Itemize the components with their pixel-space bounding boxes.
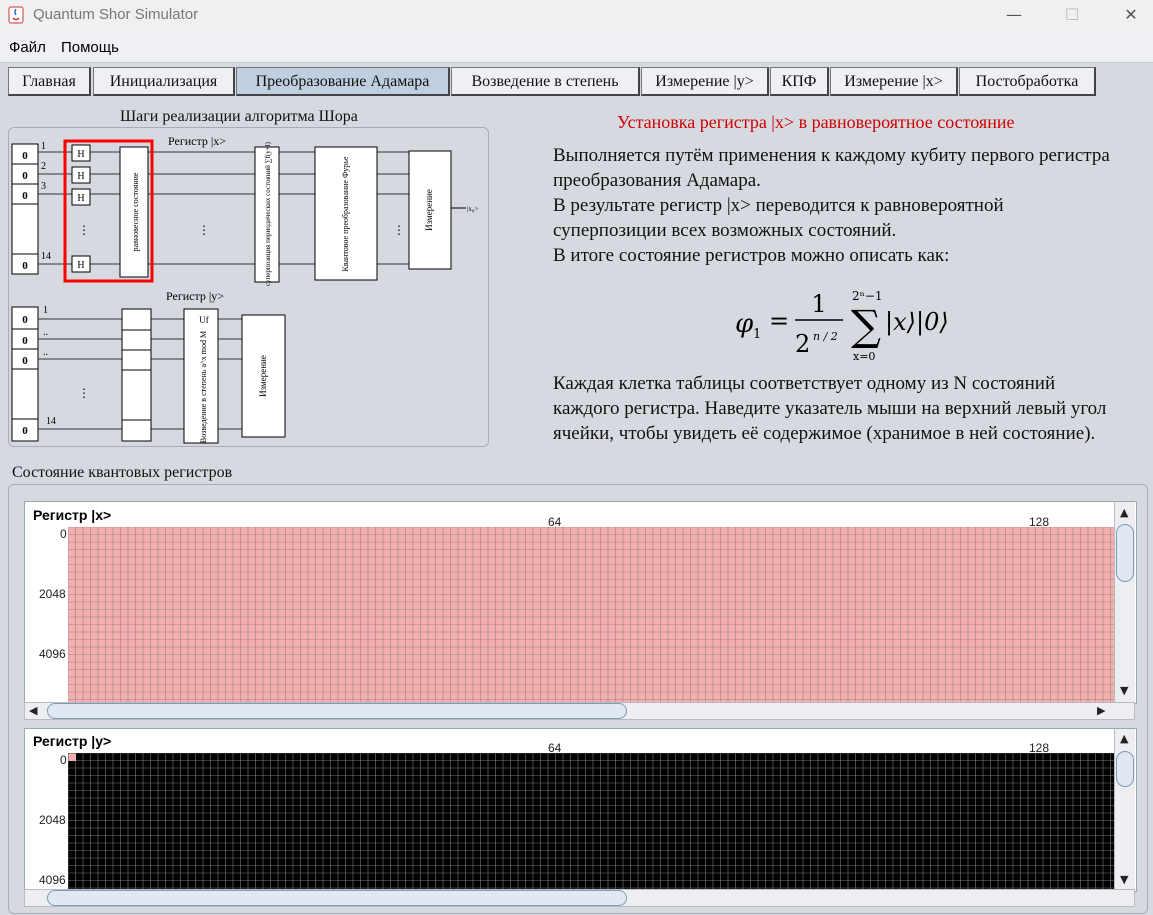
- maximize-button[interactable]: ☐: [1060, 4, 1084, 26]
- register-y-row-4096: 4096: [39, 873, 66, 887]
- y-cell-2: 0: [22, 335, 28, 347]
- scroll-down-icon[interactable]: ▼: [1120, 684, 1128, 697]
- y-qubit-label-3: ..: [43, 347, 48, 358]
- close-button[interactable]: ✕: [1119, 4, 1143, 26]
- formula-phi: φ: [735, 309, 754, 339]
- reg-y-label: Регистр |y>: [166, 289, 224, 303]
- h-gate-2: H: [77, 171, 84, 182]
- block-measure-x: Измерение: [424, 189, 434, 231]
- description-paragraph-3: В итоге состояние регистров можно описат…: [553, 245, 950, 266]
- register-x-vscroll-thumb[interactable]: [1116, 524, 1134, 582]
- registers-section-title: Состояние квантовых регистров: [12, 464, 233, 481]
- x-cell-3: 0: [22, 190, 28, 202]
- register-x-grid[interactable]: [68, 527, 1114, 702]
- grid-hint-text: Каждая клетка таблицы соответствует одно…: [553, 373, 1107, 444]
- tab-qft[interactable]: КПФ: [770, 67, 829, 96]
- y-cell-14: 0: [22, 425, 28, 437]
- scroll-up-icon[interactable]: ▲: [1120, 506, 1128, 519]
- register-y-row-0: 0: [60, 753, 67, 767]
- register-y-title: Регистр |y>: [33, 733, 112, 749]
- register-x-vscroll[interactable]: ▲ ▼: [1114, 502, 1135, 702]
- x-cell-1: 0: [22, 150, 28, 162]
- y-qubit-label-1: 1: [43, 305, 48, 316]
- x-qubit-label-14: 14: [41, 251, 51, 262]
- tab-measure-y[interactable]: Измерение |y>: [641, 67, 769, 96]
- menu-file[interactable]: Файл: [9, 39, 46, 56]
- formula-sum-sub: x=0: [853, 350, 875, 362]
- step-description: Выполняется путём применения к каждому к…: [553, 143, 1113, 268]
- x-cell-2: 0: [22, 170, 28, 182]
- tab-hadamard[interactable]: Преобразование Адамара: [236, 67, 450, 96]
- block-exponentiation: Возведение в степень a^x mod M: [199, 331, 208, 443]
- dots-h: ⋮: [78, 223, 90, 237]
- register-x-hscroll-thumb[interactable]: [47, 703, 627, 719]
- register-y-grid[interactable]: [68, 753, 1114, 890]
- formula-den-base: 2: [795, 330, 810, 358]
- y-qubit-label-2: ..: [43, 327, 48, 338]
- scroll-down-icon[interactable]: ▼: [1120, 873, 1128, 886]
- formula-den-exp: n / 2: [813, 330, 838, 343]
- state-formula: φ 1 = 1 2 n / 2 2ⁿ−1 ∑ x=0 |x⟩|0⟩: [735, 289, 949, 362]
- tab-measure-x[interactable]: Измерение |x>: [830, 67, 958, 96]
- uf-label: Uf: [199, 315, 209, 325]
- title-bar: Quantum Shor Simulator — ☐ ✕: [0, 0, 1153, 32]
- scroll-right-icon[interactable]: ▶: [1097, 704, 1105, 717]
- register-x-hscroll[interactable]: ◀ ▶: [24, 702, 1135, 720]
- diagram-title: Шаги реализации алгоритма Шора: [120, 108, 358, 125]
- block-periodic-superposition: суперпозиция периодических состояний ∑f(…: [264, 141, 272, 286]
- x-cell-14: 0: [22, 260, 28, 272]
- block-qft: Квантовое преобразование Фурье: [341, 156, 350, 271]
- reg-x-label: Регистр |x>: [168, 134, 226, 148]
- window-title: Quantum Shor Simulator: [33, 6, 199, 23]
- formula-term: |x⟩|0⟩: [885, 308, 949, 337]
- output-label: |x₀>: [467, 205, 478, 213]
- formula-sigma: ∑: [851, 301, 881, 350]
- description-paragraph-1: Выполняется путём применения к каждому к…: [553, 145, 1110, 191]
- register-y-vscroll[interactable]: ▲ ▼: [1114, 729, 1135, 890]
- x-qubit-label-1: 1: [41, 141, 46, 152]
- h-gate-1: H: [77, 149, 84, 160]
- formula-equals: =: [769, 307, 789, 335]
- y-qubit-label-14: 14: [46, 416, 56, 427]
- dots-1: ⋮: [198, 223, 210, 237]
- register-x-row-2048: 2048: [39, 587, 66, 601]
- shor-circuit-diagram: 0 0 0 0 1 2 3 14 Регистр |x> H H H H ⋮ р…: [11, 134, 478, 444]
- formula-phi-sub: 1: [753, 327, 761, 342]
- block-measure-y: Измерение: [258, 355, 268, 397]
- x-qubit-label-3: 3: [41, 181, 46, 192]
- menu-help[interactable]: Помощь: [61, 39, 119, 56]
- register-y-hscroll[interactable]: [24, 889, 1135, 907]
- tab-initialization[interactable]: Инициализация: [93, 67, 235, 96]
- minimize-button[interactable]: —: [1002, 4, 1026, 26]
- x-qubit-label-2: 2: [41, 161, 46, 172]
- h-gate-14: H: [77, 260, 84, 271]
- register-x-row-4096: 4096: [39, 647, 66, 661]
- tab-main[interactable]: Главная: [8, 67, 91, 96]
- dots-2: ⋮: [393, 223, 405, 237]
- block-equal-superposition: равновесное состояние: [131, 172, 140, 251]
- formula-numerator: 1: [811, 290, 826, 318]
- y-cell-1: 0: [22, 314, 28, 326]
- dots-y: ⋮: [78, 386, 90, 400]
- description-paragraph-2: В результате регистр |x> переводится к р…: [553, 195, 1004, 241]
- register-y-row-2048: 2048: [39, 813, 66, 827]
- state-cell-0: [68, 753, 76, 761]
- step-title: Установка регистра |x> в равновероятное …: [617, 112, 1015, 132]
- scroll-left-icon[interactable]: ◀: [29, 704, 37, 717]
- java-app-icon: [8, 6, 24, 24]
- tab-exponentiation[interactable]: Возведение в степень: [451, 67, 640, 96]
- register-y-hscroll-thumb[interactable]: [47, 890, 627, 906]
- h-gate-3: H: [77, 193, 84, 204]
- register-x-row-0: 0: [60, 527, 67, 541]
- tab-postprocessing[interactable]: Постобработка: [959, 67, 1096, 96]
- scroll-up-icon[interactable]: ▲: [1120, 732, 1128, 745]
- menu-bar: Файл Помощь: [0, 32, 1153, 63]
- y-cell-3: 0: [22, 355, 28, 367]
- register-y-vscroll-thumb[interactable]: [1116, 751, 1134, 787]
- register-x-title: Регистр |x>: [33, 507, 112, 523]
